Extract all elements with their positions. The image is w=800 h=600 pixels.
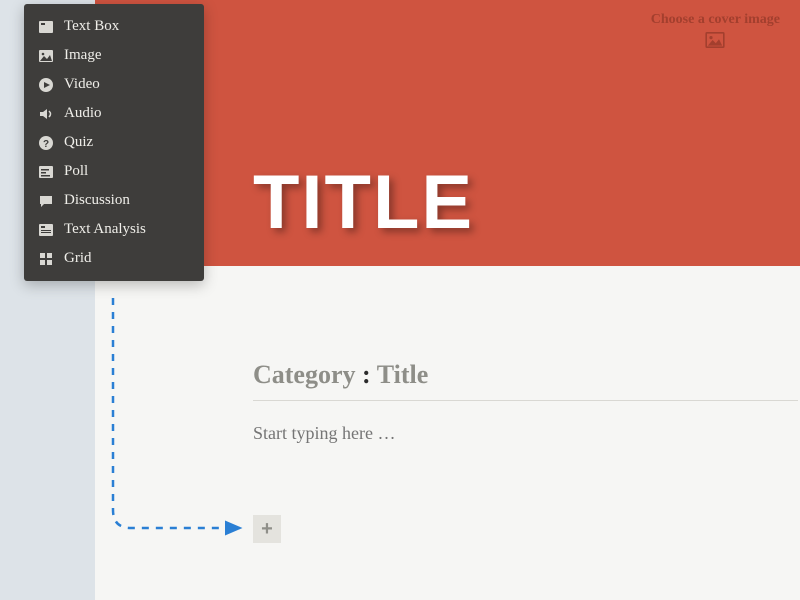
menu-item-video[interactable]: Video (24, 70, 204, 99)
hero-title[interactable]: TITLE (253, 159, 474, 246)
category-label: Category (253, 360, 356, 389)
menu-item-label: Audio (64, 105, 102, 122)
choose-cover-image-label: Choose a cover image (651, 12, 780, 27)
menu-item-label: Text Box (64, 18, 119, 35)
menu-item-text-box[interactable]: Text Box (24, 12, 204, 41)
menu-item-image[interactable]: Image (24, 41, 204, 70)
menu-item-grid[interactable]: Grid (24, 244, 204, 273)
body-text-input[interactable] (253, 423, 753, 444)
menu-item-discussion[interactable]: Discussion (24, 186, 204, 215)
text-box-icon (38, 19, 54, 35)
grid-icon (38, 251, 54, 267)
menu-item-text-analysis[interactable]: Text Analysis (24, 215, 204, 244)
quiz-icon: ? (38, 135, 54, 151)
title-label: Title (377, 360, 429, 389)
menu-item-label: Quiz (64, 134, 93, 151)
text-analysis-icon (38, 222, 54, 238)
image-icon (38, 48, 54, 64)
menu-item-label: Grid (64, 250, 92, 267)
category-title-row[interactable]: Category : Title (253, 360, 798, 401)
discussion-icon (38, 193, 54, 209)
insert-block-menu: Text Box Image Video Audio ? Quiz Poll (24, 4, 204, 281)
plus-icon: + (261, 518, 273, 541)
poll-icon (38, 164, 54, 180)
choose-cover-image-button[interactable]: Choose a cover image (651, 12, 780, 48)
separator: : (362, 360, 371, 389)
menu-item-audio[interactable]: Audio (24, 99, 204, 128)
video-icon (38, 77, 54, 93)
menu-item-label: Video (64, 76, 100, 93)
add-block-button[interactable]: + (253, 515, 281, 543)
image-icon (705, 32, 725, 48)
audio-icon (38, 106, 54, 122)
menu-item-label: Image (64, 47, 101, 64)
content-area: Category : Title (253, 360, 800, 444)
menu-item-label: Discussion (64, 192, 130, 209)
menu-item-label: Poll (64, 163, 88, 180)
svg-text:?: ? (43, 139, 49, 150)
menu-item-label: Text Analysis (64, 221, 146, 238)
menu-item-poll[interactable]: Poll (24, 157, 204, 186)
menu-item-quiz[interactable]: ? Quiz (24, 128, 204, 157)
